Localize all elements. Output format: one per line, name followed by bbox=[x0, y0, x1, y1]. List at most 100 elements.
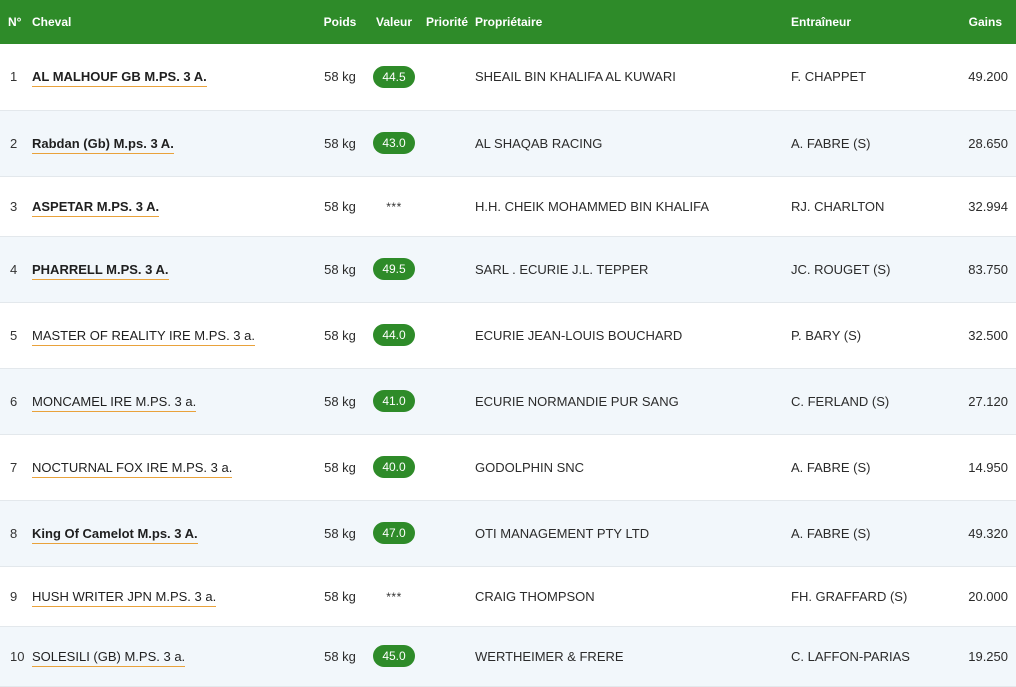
value-badge: 44.5 bbox=[373, 65, 415, 88]
row-number: 8 bbox=[10, 525, 18, 541]
value-badge: 40.0 bbox=[373, 456, 415, 478]
earnings-cell: 49.320 bbox=[968, 525, 1008, 541]
row-number: 9 bbox=[10, 588, 18, 604]
horse-cell: Rabdan (Gb) M.ps. 3 A. bbox=[30, 110, 310, 176]
priority-cell bbox=[418, 434, 475, 500]
weight-cell: 58 kg bbox=[324, 198, 356, 214]
priority-cell bbox=[418, 236, 475, 302]
row-number: 5 bbox=[10, 327, 18, 343]
owner-cell: GODOLPHIN SNC bbox=[475, 459, 585, 475]
owner-cell: SARL . ECURIE J.L. TEPPER bbox=[475, 261, 649, 277]
row-number: 3 bbox=[10, 198, 18, 214]
horse-name-link[interactable]: Rabdan (Gb) M.ps. 3 A. bbox=[32, 135, 174, 154]
owner-cell: CRAIG THOMPSON bbox=[475, 588, 595, 604]
weight-cell: 58 kg bbox=[324, 459, 356, 475]
row-number: 4 bbox=[10, 261, 18, 277]
value-unrated: *** bbox=[386, 199, 402, 214]
earnings-cell: 49.200 bbox=[968, 69, 1008, 85]
owner-cell: SHEAIL BIN KHALIFA AL KUWARI bbox=[475, 69, 676, 85]
earnings-cell: 14.950 bbox=[968, 459, 1008, 475]
weight-cell: 58 kg bbox=[324, 393, 356, 409]
trainer-cell: C. LAFFON-PARIAS bbox=[791, 648, 910, 664]
earnings-cell: 32.994 bbox=[968, 198, 1008, 214]
header-trainer: Entraîneur bbox=[791, 15, 852, 29]
horse-cell: MASTER OF REALITY IRE M.PS. 3 a. bbox=[30, 302, 310, 368]
table-row: 4 PHARRELL M.PS. 3 A. 58 kg 49.5 SARL . ECUR… bbox=[0, 236, 1016, 302]
value-badge: 43.0 bbox=[373, 132, 415, 154]
table-row: 10 SOLESILI (GB) M.PS. 3 a. 58 kg 45.0 WERTH… bbox=[0, 626, 1016, 686]
horse-name-link[interactable]: AL MALHOUF GB M.PS. 3 A. bbox=[32, 69, 207, 88]
priority-cell bbox=[418, 368, 475, 434]
weight-cell: 58 kg bbox=[324, 648, 356, 664]
horse-name-link[interactable]: SOLESILI (GB) M.PS. 3 a. bbox=[32, 648, 186, 667]
horse-name-link[interactable]: MASTER OF REALITY IRE M.PS. 3 a. bbox=[32, 327, 255, 346]
runners-table: N° Cheval Poids Valeur Priorité Propriét… bbox=[0, 0, 1016, 687]
priority-cell bbox=[418, 176, 475, 236]
horse-name-link[interactable]: NOCTURNAL FOX IRE M.PS. 3 a. bbox=[32, 459, 233, 478]
table-row: 6 MONCAMEL IRE M.PS. 3 a. 58 kg 41.0 ECURIE … bbox=[0, 368, 1016, 434]
weight-cell: 58 kg bbox=[324, 588, 356, 604]
table-row: 9 HUSH WRITER JPN M.PS. 3 a. 58 kg *** CRAIG… bbox=[0, 566, 1016, 626]
weight-cell: 58 kg bbox=[324, 261, 356, 277]
horse-cell: AL MALHOUF GB M.PS. 3 A. bbox=[30, 44, 310, 110]
priority-cell bbox=[418, 44, 475, 110]
row-number: 7 bbox=[10, 459, 18, 475]
value-badge: 47.0 bbox=[373, 522, 415, 544]
value-cell: 43.0 bbox=[370, 110, 418, 176]
value-cell: 47.0 bbox=[370, 500, 418, 566]
value-badge: 41.0 bbox=[373, 390, 415, 412]
horse-cell: NOCTURNAL FOX IRE M.PS. 3 a. bbox=[30, 434, 310, 500]
table-row: 3 ASPETAR M.PS. 3 A. 58 kg *** H.H. CHEIK MO… bbox=[0, 176, 1016, 236]
earnings-cell: 20.000 bbox=[968, 588, 1008, 604]
value-cell: 44.5 bbox=[370, 44, 418, 110]
earnings-cell: 27.120 bbox=[968, 393, 1008, 409]
value-cell: 45.0 bbox=[370, 626, 418, 686]
horse-name-link[interactable]: ASPETAR M.PS. 3 A. bbox=[32, 198, 160, 217]
earnings-cell: 32.500 bbox=[968, 327, 1008, 343]
earnings-cell: 83.750 bbox=[968, 261, 1008, 277]
owner-cell: ECURIE JEAN-LOUIS BOUCHARD bbox=[475, 327, 683, 343]
header-horse: Cheval bbox=[32, 15, 72, 29]
header-num: N° bbox=[8, 15, 22, 29]
table-row: 8 King Of Camelot M.ps. 3 A. 58 kg 47.0 OTI … bbox=[0, 500, 1016, 566]
row-number: 2 bbox=[10, 135, 18, 151]
horse-cell: SOLESILI (GB) M.PS. 3 a. bbox=[30, 626, 310, 686]
header-weight: Poids bbox=[323, 15, 357, 29]
trainer-cell: F. CHAPPET bbox=[791, 69, 867, 85]
value-cell: *** bbox=[370, 176, 418, 236]
value-unrated: *** bbox=[386, 589, 402, 604]
table-row: 5 MASTER OF REALITY IRE M.PS. 3 a. 58 kg 44… bbox=[0, 302, 1016, 368]
earnings-cell: 28.650 bbox=[968, 135, 1008, 151]
trainer-cell: C. FERLAND (S) bbox=[791, 393, 890, 409]
owner-cell: ECURIE NORMANDIE PUR SANG bbox=[475, 393, 679, 409]
priority-cell bbox=[418, 626, 475, 686]
horse-name-link[interactable]: MONCAMEL IRE M.PS. 3 a. bbox=[32, 393, 197, 412]
table-row: 1 AL MALHOUF GB M.PS. 3 A. 58 kg 44.5 SHEAIL… bbox=[0, 44, 1016, 110]
value-cell: 40.0 bbox=[370, 434, 418, 500]
header-priority: Priorité bbox=[426, 15, 469, 29]
header-earnings: Gains bbox=[968, 15, 1002, 29]
row-number: 1 bbox=[10, 69, 18, 85]
owner-cell: AL SHAQAB RACING bbox=[475, 135, 603, 151]
value-cell: 49.5 bbox=[370, 236, 418, 302]
horse-cell: HUSH WRITER JPN M.PS. 3 a. bbox=[30, 566, 310, 626]
weight-cell: 58 kg bbox=[324, 69, 356, 85]
value-cell: 44.0 bbox=[370, 302, 418, 368]
horse-name-link[interactable]: HUSH WRITER JPN M.PS. 3 a. bbox=[32, 588, 217, 607]
weight-cell: 58 kg bbox=[324, 135, 356, 151]
row-number: 6 bbox=[10, 393, 18, 409]
horse-cell: King Of Camelot M.ps. 3 A. bbox=[30, 500, 310, 566]
trainer-cell: JC. ROUGET (S) bbox=[791, 261, 891, 277]
table-body: 1 AL MALHOUF GB M.PS. 3 A. 58 kg 44.5 SHEAIL… bbox=[0, 44, 1016, 686]
table-row: 7 NOCTURNAL FOX IRE M.PS. 3 a. 58 kg 40.0 GO… bbox=[0, 434, 1016, 500]
horse-name-link[interactable]: King Of Camelot M.ps. 3 A. bbox=[32, 525, 198, 544]
horse-cell: PHARRELL M.PS. 3 A. bbox=[30, 236, 310, 302]
trainer-cell: FH. GRAFFARD (S) bbox=[791, 588, 908, 604]
horse-name-link[interactable]: PHARRELL M.PS. 3 A. bbox=[32, 261, 169, 280]
trainer-cell: RJ. CHARLTON bbox=[791, 198, 885, 214]
weight-cell: 58 kg bbox=[324, 327, 356, 343]
priority-cell bbox=[418, 110, 475, 176]
header-value: Valeur bbox=[375, 15, 413, 29]
horse-cell: ASPETAR M.PS. 3 A. bbox=[30, 176, 310, 236]
horse-cell: MONCAMEL IRE M.PS. 3 a. bbox=[30, 368, 310, 434]
